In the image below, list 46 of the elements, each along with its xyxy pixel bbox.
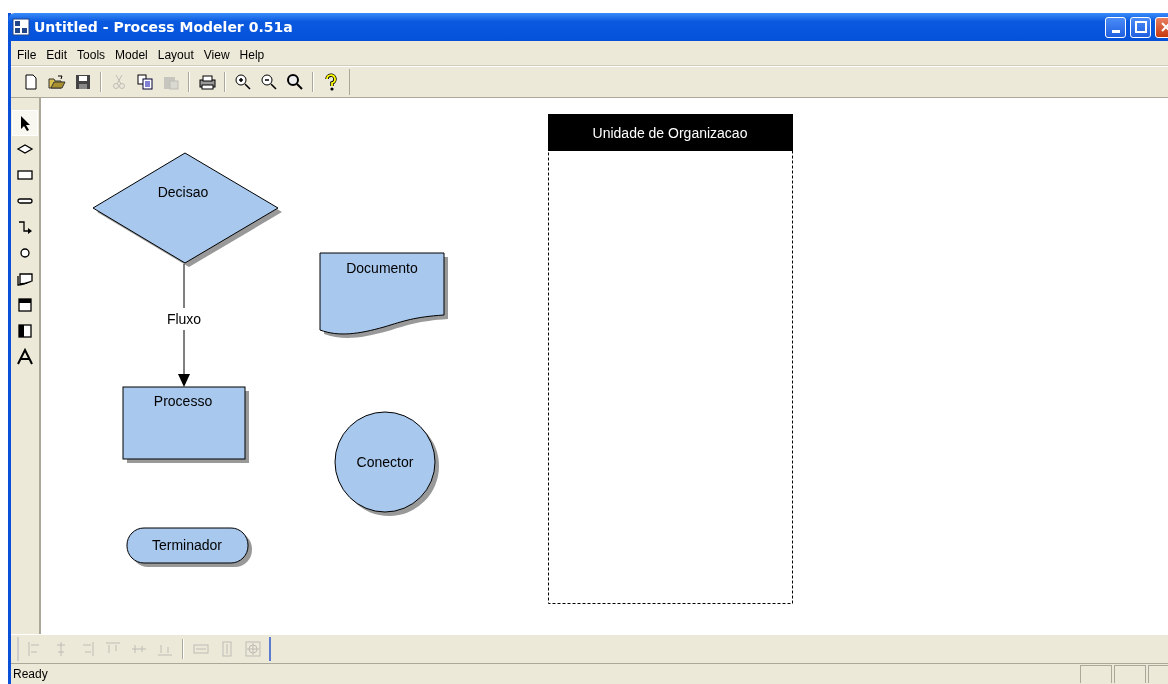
- connector-shape[interactable]: [334, 411, 439, 516]
- shape-label: Processo: [153, 393, 213, 409]
- swimlane[interactable]: [548, 114, 793, 604]
- center-icon: [244, 640, 262, 658]
- zoom-out-icon: [260, 73, 278, 91]
- menu-item[interactable]: Layout: [153, 48, 200, 62]
- process-shape[interactable]: [122, 386, 249, 463]
- minimize-button[interactable]: [1105, 16, 1126, 38]
- document-shape[interactable]: [319, 252, 448, 338]
- menu-item[interactable]: View: [199, 48, 236, 62]
- printer-icon: [198, 73, 216, 91]
- elbow-arrow-icon: [16, 218, 34, 236]
- status-text: Ready: [13, 667, 49, 681]
- app-icon: [12, 18, 30, 36]
- menu-item[interactable]: Tools: [73, 48, 112, 62]
- shape-label: Documento: [346, 260, 418, 276]
- close-icon: [1159, 21, 1168, 33]
- shape-label: Terminador: [152, 537, 222, 553]
- window-title: Untitled - Process Modeler 0.51a: [34, 19, 294, 35]
- menu-item[interactable]: Model: [111, 48, 154, 62]
- maximize-button[interactable]: [1130, 16, 1151, 38]
- maximize-icon: [1134, 21, 1147, 33]
- zoom-in-icon: [234, 73, 252, 91]
- status-pane: [1114, 665, 1146, 683]
- lane-icon: [16, 296, 34, 314]
- shape-label: Decisao: [157, 184, 209, 200]
- tool-button[interactable]: [12, 110, 38, 136]
- menu-item[interactable]: File: [13, 48, 43, 62]
- shape-label: Conector: [356, 454, 414, 470]
- document-icon: [16, 270, 34, 288]
- vertical-lane-icon: [16, 322, 34, 340]
- decision-shape[interactable]: [92, 152, 282, 267]
- folder-icon: [48, 73, 66, 91]
- flow-label: Fluxo: [166, 311, 202, 327]
- status-pane: [1080, 665, 1112, 683]
- letter-a-icon: [16, 348, 34, 366]
- lane-title: Unidade de Organizacao: [592, 125, 748, 141]
- scissors-icon: [110, 73, 128, 91]
- page-icon: [22, 73, 40, 91]
- terminator-shape[interactable]: [126, 527, 252, 567]
- question-mark-icon: [322, 73, 340, 91]
- minimize-icon: [1111, 29, 1120, 33]
- menu-item[interactable]: Help: [235, 48, 271, 62]
- menu-item[interactable]: Edit: [42, 48, 74, 62]
- magnifier-icon: [286, 73, 304, 91]
- copy-icon: [136, 73, 154, 91]
